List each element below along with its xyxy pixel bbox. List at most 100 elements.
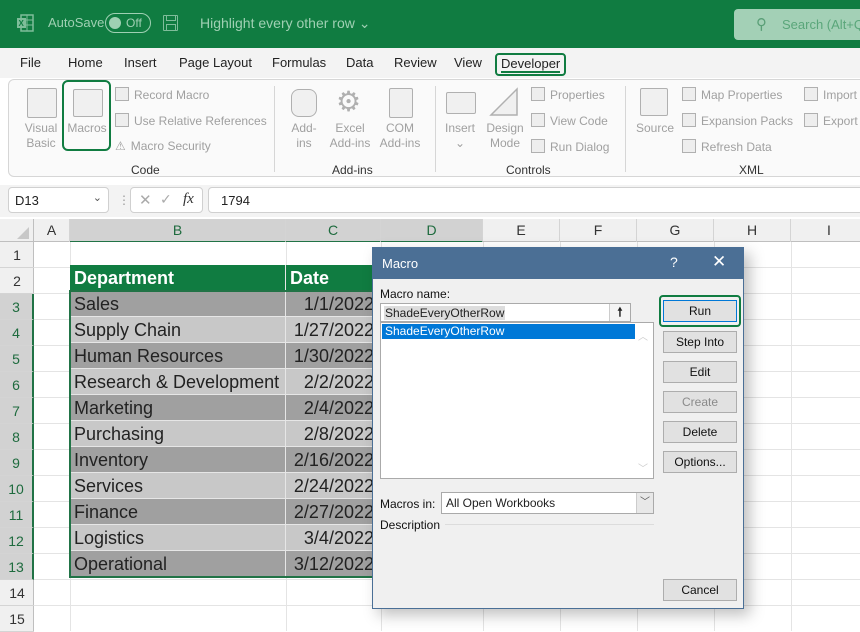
autosave-toggle[interactable]: Off xyxy=(105,13,151,33)
search-box[interactable]: ⚲ Search (Alt+Q) xyxy=(734,9,860,40)
insert-function-icon[interactable]: fx xyxy=(183,191,194,208)
properties-button[interactable]: Properties xyxy=(531,87,605,102)
com-add-ins-button[interactable]: COM Add-ins xyxy=(376,121,424,151)
source-button[interactable]: Source xyxy=(633,121,677,136)
tab-page-layout[interactable]: Page Layout xyxy=(179,55,252,70)
dialog-title-bar[interactable]: Macro ? ✕ xyxy=(373,248,743,279)
add-ins-button[interactable]: Add-ins xyxy=(284,121,324,151)
run-button[interactable]: Run xyxy=(663,300,737,322)
edit-button[interactable]: Edit xyxy=(663,361,737,383)
visual-basic-line1: Visual xyxy=(24,121,58,135)
row-header-4[interactable]: 4 xyxy=(0,320,34,346)
visual-basic-button[interactable]: Visual Basic xyxy=(19,121,63,151)
delete-button[interactable]: Delete xyxy=(663,421,737,443)
save-icon[interactable] xyxy=(163,15,178,31)
use-relative-references-button[interactable]: Use Relative References xyxy=(115,113,267,128)
properties-label: Properties xyxy=(550,88,605,102)
tab-review[interactable]: Review xyxy=(394,55,437,70)
scroll-down-icon[interactable]: ﹀ xyxy=(638,460,648,475)
map-properties-button[interactable]: Map Properties xyxy=(682,87,782,102)
view-code-button[interactable]: View Code xyxy=(531,113,608,128)
column-header-f[interactable]: F xyxy=(560,219,637,242)
row-header-9[interactable]: 9 xyxy=(0,450,34,476)
column-header-h[interactable]: H xyxy=(714,219,791,242)
macro-name-input[interactable]: ShadeEveryOtherRow 🠕 xyxy=(380,303,631,322)
group-separator xyxy=(274,86,275,172)
warning-icon: ⚠ xyxy=(115,139,126,153)
expansion-packs-icon xyxy=(682,113,696,127)
macro-list-item[interactable]: ShadeEveryOtherRow xyxy=(382,324,635,339)
design-mode-line2: Mode xyxy=(489,136,521,150)
header-cell-department[interactable]: Department xyxy=(70,265,286,291)
collapse-arrow-icon[interactable]: 🠕 xyxy=(609,304,630,321)
help-icon[interactable]: ? xyxy=(670,254,678,270)
cancel-button[interactable]: Cancel xyxy=(663,579,737,601)
row-header-3[interactable]: 3 xyxy=(0,294,34,320)
record-macro-button[interactable]: Record Macro xyxy=(115,87,209,102)
document-title[interactable]: Highlight every other row ⌄ xyxy=(200,15,370,32)
export-label: Export xyxy=(823,114,858,128)
formula-input[interactable]: 1794 xyxy=(208,187,860,213)
tab-developer[interactable]: Developer xyxy=(495,53,567,76)
autosave-label: AutoSave xyxy=(48,15,105,30)
row-headers: 1 2 3 4 5 6 7 8 9 10 11 12 13 14 15 xyxy=(0,242,34,632)
import-button[interactable]: Import xyxy=(804,87,857,102)
column-header-b[interactable]: B xyxy=(70,219,286,243)
header-cell-date[interactable]: Date xyxy=(286,265,376,291)
expansion-packs-button[interactable]: Expansion Packs xyxy=(682,113,793,128)
row-header-1[interactable]: 1 xyxy=(0,242,34,268)
row-header-10[interactable]: 10 xyxy=(0,476,34,502)
chevron-down-icon[interactable]: ﹀ xyxy=(636,493,653,513)
enter-icon[interactable]: ✓ xyxy=(160,191,172,208)
chevron-down-icon[interactable]: ⌄ xyxy=(93,191,102,204)
dialog-title: Macro xyxy=(382,256,419,271)
tab-insert[interactable]: Insert xyxy=(124,55,157,70)
export-button[interactable]: Export xyxy=(804,113,858,128)
design-mode-button[interactable]: Design Mode xyxy=(483,121,527,151)
select-all-button[interactable] xyxy=(0,219,34,242)
row-header-6[interactable]: 6 xyxy=(0,372,34,398)
column-header-e[interactable]: E xyxy=(483,219,560,242)
drag-handle-icon[interactable]: ⋮ xyxy=(118,193,130,207)
cancel-icon[interactable]: ✕ xyxy=(139,191,152,209)
macros-highlight xyxy=(62,80,111,151)
row-header-15[interactable]: 15 xyxy=(0,606,34,632)
description-divider xyxy=(445,524,654,525)
column-header-g[interactable]: G xyxy=(637,219,714,242)
column-header-c[interactable]: C xyxy=(286,219,381,243)
row-header-7[interactable]: 7 xyxy=(0,398,34,424)
row-header-13[interactable]: 13 xyxy=(0,554,34,580)
refresh-data-icon xyxy=(682,139,696,153)
row-header-8[interactable]: 8 xyxy=(0,424,34,450)
close-icon[interactable]: ✕ xyxy=(712,252,726,272)
macro-list[interactable]: ShadeEveryOtherRow ︿ ﹀ xyxy=(380,322,654,479)
step-into-button[interactable]: Step Into xyxy=(663,331,737,353)
create-button[interactable]: Create xyxy=(663,391,737,413)
row-header-11[interactable]: 11 xyxy=(0,502,34,528)
row-header-2[interactable]: 2 xyxy=(0,268,34,294)
row-header-12[interactable]: 12 xyxy=(0,528,34,554)
options-button[interactable]: Options... xyxy=(663,451,737,473)
export-icon xyxy=(804,113,818,127)
name-box[interactable]: D13 ⌄ xyxy=(8,187,109,213)
column-header-d[interactable]: D xyxy=(381,219,483,243)
macro-security-button[interactable]: ⚠ Macro Security xyxy=(115,139,211,153)
tab-home[interactable]: Home xyxy=(68,55,103,70)
tab-data[interactable]: Data xyxy=(346,55,373,70)
tab-formulas[interactable]: Formulas xyxy=(272,55,326,70)
tab-file[interactable]: File xyxy=(20,55,41,70)
run-dialog-button[interactable]: Run Dialog xyxy=(531,139,609,154)
view-code-icon xyxy=(531,113,545,127)
column-header-a[interactable]: A xyxy=(34,219,70,242)
tab-view[interactable]: View xyxy=(454,55,482,70)
add-ins-line1: Add- xyxy=(291,121,317,135)
macros-in-select[interactable]: All Open Workbooks ﹀ xyxy=(441,492,654,514)
insert-control-button[interactable]: Insert ⌄ xyxy=(439,121,481,151)
scroll-up-icon[interactable]: ︿ xyxy=(638,328,648,343)
column-header-i[interactable]: I xyxy=(791,219,860,242)
row-header-5[interactable]: 5 xyxy=(0,346,34,372)
excel-add-ins-line1: Excel xyxy=(335,121,365,135)
excel-add-ins-button[interactable]: Excel Add-ins xyxy=(327,121,373,151)
row-header-14[interactable]: 14 xyxy=(0,580,34,606)
refresh-data-button[interactable]: Refresh Data xyxy=(682,139,772,154)
